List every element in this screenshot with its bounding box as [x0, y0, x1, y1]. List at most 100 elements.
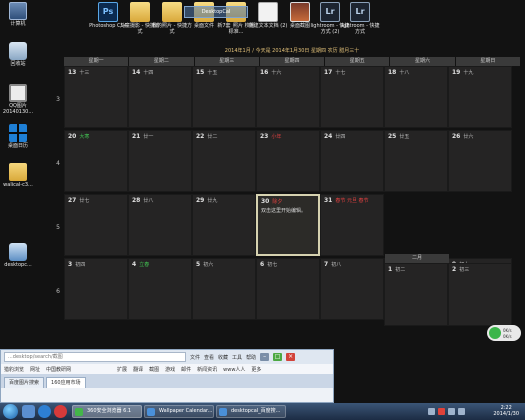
- toolbar-renren[interactable]: www人人: [223, 366, 245, 373]
- calendar-day-cell[interactable]: 3 初四: [64, 258, 128, 320]
- tray-icon[interactable]: [448, 408, 455, 415]
- day-number: 3: [68, 261, 73, 268]
- calendar-day-cell[interactable]: 31 春节 元旦 春节: [320, 194, 384, 256]
- desktop-calendar-icon: [9, 124, 27, 142]
- calendar-day-cell[interactable]: 29 廿九: [192, 194, 256, 256]
- calendar-day-cell[interactable]: 4 立春: [128, 258, 192, 320]
- tab-baidu-images[interactable]: 百度图片搜索: [4, 377, 45, 388]
- day-number: 6: [260, 261, 265, 268]
- image-icon: [290, 2, 310, 22]
- speaker-icon[interactable]: [458, 408, 465, 415]
- browser-window[interactable]: ...desktop/search/截图 文件 查看 收藏 工具 帮助 – □ …: [0, 349, 334, 403]
- calendar-day-cell[interactable]: 7 初八: [320, 258, 384, 320]
- week-number: 5: [56, 224, 60, 231]
- tab-160-app-market[interactable]: 160应用市场: [46, 377, 86, 388]
- toolbar-extensions[interactable]: 扩展: [117, 366, 127, 373]
- close-button[interactable]: ×: [286, 353, 296, 361]
- bookmark-item[interactable]: 网址: [30, 366, 40, 373]
- calendar-day-cell[interactable]: 15 十五: [192, 66, 256, 128]
- toolbar-more[interactable]: 更多: [251, 366, 261, 373]
- network-speed-widget[interactable]: 0K/s 0K/s: [487, 325, 521, 341]
- desktop-icon-walical[interactable]: walical-c3...: [1, 163, 35, 188]
- desktop-icon-recycle-bin[interactable]: 回收站: [1, 42, 35, 67]
- desktop-icon-qq-image[interactable]: QQ图片20140130...: [1, 84, 35, 115]
- taskbar-task-wallpaper[interactable]: Wallpaper Calendar...: [144, 405, 214, 418]
- calendar-day-cell[interactable]: 6 初七: [256, 258, 320, 320]
- bookmark-item[interactable]: 中国教研网: [46, 366, 71, 373]
- calendar-day-cell[interactable]: 24 廿四: [320, 130, 384, 192]
- calendar-day-cell[interactable]: 19 十九: [448, 66, 512, 128]
- top-icon-lightroom[interactable]: Lr lightroom - 快捷方式: [339, 2, 381, 35]
- taskbar-explorer-icon[interactable]: [22, 405, 35, 418]
- lunar-date: 立春: [139, 262, 150, 268]
- lunar-date: 初六: [203, 262, 214, 268]
- calendar-day-cell[interactable]: 21 廿一: [128, 130, 192, 192]
- toolbar-games[interactable]: 游戏: [165, 366, 175, 373]
- toolbar-translate[interactable]: 翻译: [133, 366, 143, 373]
- lunar-date: 十三: [79, 70, 90, 76]
- taskbar-k-icon[interactable]: [38, 405, 51, 418]
- tray-icon[interactable]: [428, 408, 435, 415]
- weekday-label: 星期三: [194, 57, 259, 66]
- calendar-day-cell-today[interactable]: 30 除夕 双击这里开始编辑。: [256, 194, 320, 256]
- menu-help[interactable]: 帮助: [246, 354, 256, 361]
- lunar-date: 初八: [331, 262, 342, 268]
- toolbar-news[interactable]: 新闻资讯: [197, 366, 217, 373]
- calendar-day-cell[interactable]: 18 十八: [384, 66, 448, 128]
- calendar-day-cell[interactable]: 16 十六: [256, 66, 320, 128]
- download-speed: 0K/s: [503, 334, 512, 339]
- address-input[interactable]: ...desktop/search/截图: [4, 352, 186, 362]
- browser-360-icon: [75, 408, 83, 416]
- calendar-day-cell[interactable]: 28 廿八: [128, 194, 192, 256]
- desktop-icon-computer[interactable]: 计算机: [1, 2, 35, 27]
- bookmark-item[interactable]: 猎豹浏览: [4, 366, 24, 373]
- taskbar-task-desktopcal-search[interactable]: desktopcal_百度搜...: [216, 405, 286, 418]
- week-number: 3: [56, 96, 60, 103]
- calendar-day-cell[interactable]: 27 廿七: [64, 194, 128, 256]
- weekday-label: 星期五: [325, 57, 390, 66]
- maximize-button[interactable]: □: [273, 353, 283, 361]
- calendar-day-cell[interactable]: 1 初二: [384, 263, 448, 326]
- taskbar-weibo-icon[interactable]: [54, 405, 67, 418]
- taskbar-clock[interactable]: 2:22 2014/1/30: [493, 405, 519, 417]
- calendar-day-cell[interactable]: 25 廿五: [384, 130, 448, 192]
- menu-tools[interactable]: 工具: [232, 354, 242, 361]
- desktop-icon-label: 桌面日历: [7, 143, 28, 149]
- lunar-date: 十八: [399, 70, 410, 76]
- calendar-day-cell[interactable]: 26 廿六: [448, 130, 512, 192]
- calendar-day-cell[interactable]: 5 初六: [192, 258, 256, 320]
- day-number: 31: [324, 197, 333, 204]
- menu-file[interactable]: 文件: [190, 354, 200, 361]
- menu-view[interactable]: 查看: [204, 354, 214, 361]
- calendar-day-cell[interactable]: 13 十三: [64, 66, 128, 128]
- computer-icon: [9, 2, 27, 20]
- start-button[interactable]: [3, 404, 18, 419]
- day-number: 29: [196, 197, 205, 204]
- folder-icon: [130, 2, 150, 22]
- calendar-day-cell[interactable]: 14 十四: [128, 66, 192, 128]
- calendar-day-cell[interactable]: 22 廿二: [192, 130, 256, 192]
- calendar-day-cell[interactable]: 17 十七: [320, 66, 384, 128]
- desktop-icon-desktopc[interactable]: desktopc...: [1, 243, 35, 268]
- tray-icon[interactable]: [438, 408, 445, 415]
- calendar-day-cell[interactable]: 20 大寒: [64, 130, 128, 192]
- day-number: 7: [324, 261, 329, 268]
- clock-date: 2014/1/30: [493, 411, 519, 417]
- day-number: 30: [261, 198, 270, 205]
- lunar-date: 初四: [75, 262, 86, 268]
- toolbar-screenshot[interactable]: 截图: [149, 366, 159, 373]
- day-number: 25: [388, 133, 397, 140]
- minimize-button[interactable]: –: [260, 353, 270, 361]
- lunar-date: 廿二: [207, 134, 218, 140]
- menu-favorites[interactable]: 收藏: [218, 354, 228, 361]
- day-note: 双击这里开始编辑。: [261, 208, 307, 214]
- lunar-date: 初二: [395, 267, 406, 273]
- lightroom-icon: Lr: [350, 2, 370, 22]
- calendar-day-cell[interactable]: 2 初三: [448, 263, 512, 326]
- lunar-date: 小年: [271, 134, 282, 140]
- day-number: 26: [452, 133, 461, 140]
- desktop-icon-desktop-calendar[interactable]: 桌面日历: [1, 124, 35, 149]
- taskbar-task-browser[interactable]: 360安全浏览器 6.1: [72, 405, 142, 418]
- toolbar-mail[interactable]: 邮件: [181, 366, 191, 373]
- calendar-day-cell[interactable]: 23 小年: [256, 130, 320, 192]
